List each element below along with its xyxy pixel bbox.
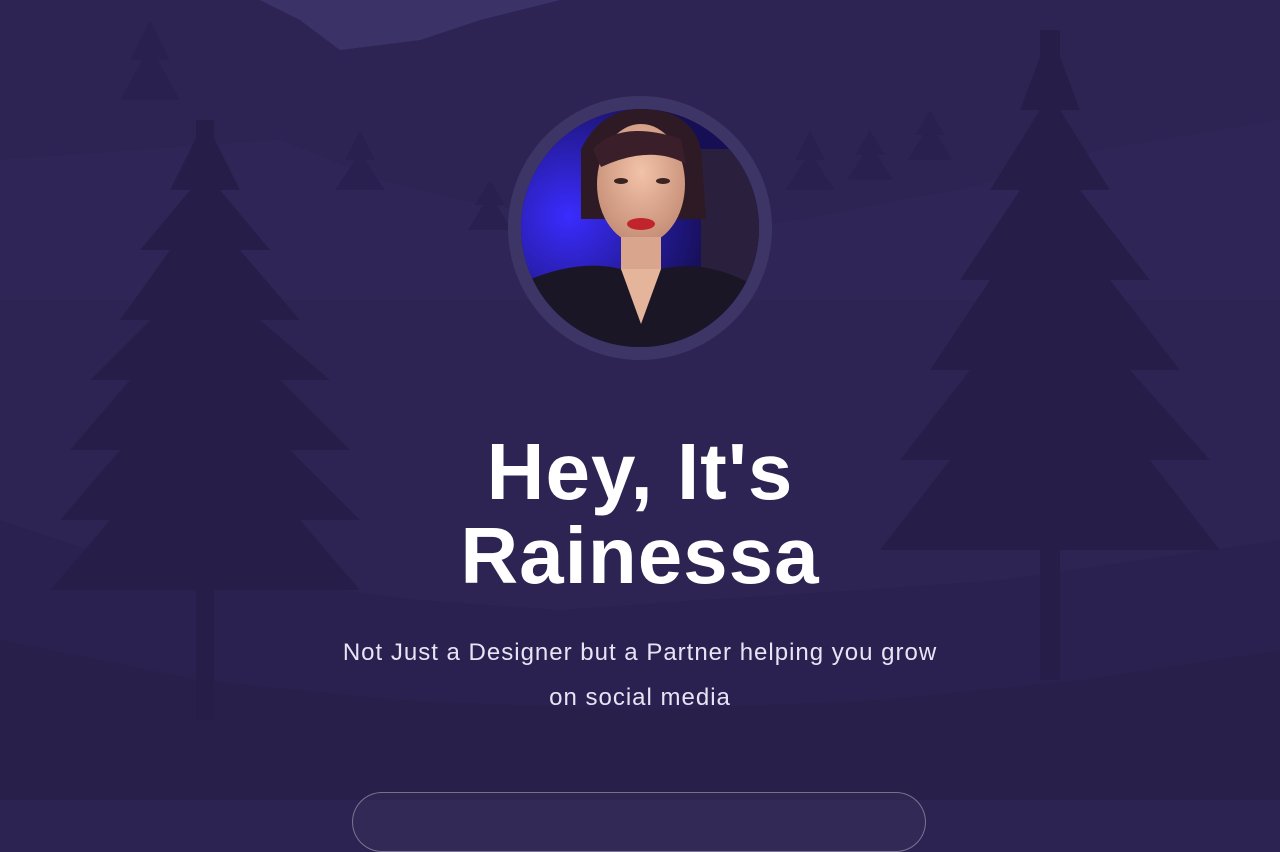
hero-subtitle: Not Just a Designer but a Partner helpin… xyxy=(342,639,938,711)
hero-section: Hey, It's Rainessa Not Just a Designer b… xyxy=(0,0,1280,852)
page-title: Hey, It's Rainessa xyxy=(340,430,940,598)
avatar-portrait-image xyxy=(521,109,759,347)
cta-button[interactable] xyxy=(352,792,926,852)
avatar-ring xyxy=(508,96,772,360)
headline-line-1: Hey, It's xyxy=(486,427,794,516)
headline-line-2: Rainessa xyxy=(460,511,820,600)
avatar xyxy=(521,109,759,347)
